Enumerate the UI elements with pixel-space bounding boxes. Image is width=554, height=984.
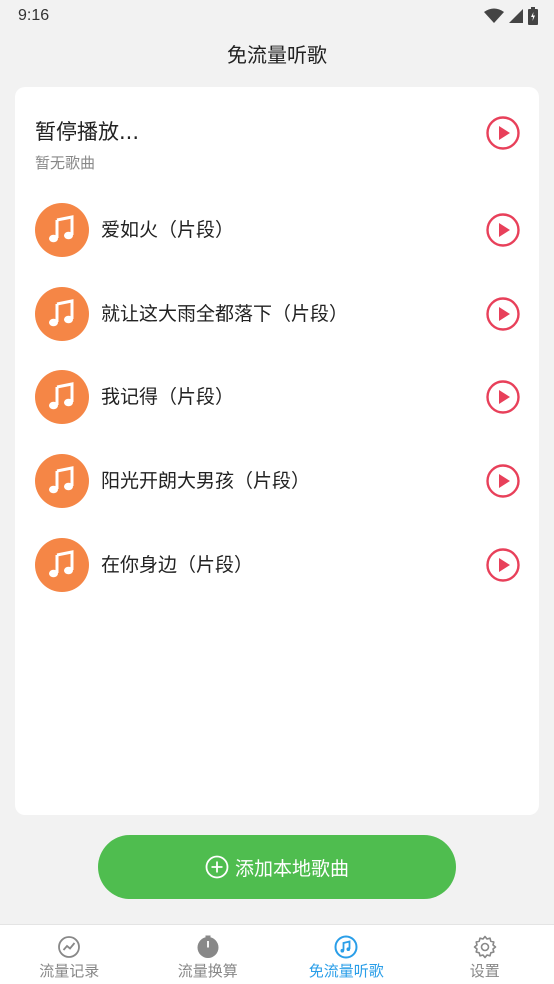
tab-label: 流量换算 (177, 962, 238, 980)
add-local-songs-button[interactable]: 添加本地歌曲 (98, 835, 456, 899)
page-title: 免流量听歌 (227, 43, 327, 67)
status-time: 9:16 (18, 7, 50, 24)
music-note-icon (49, 382, 74, 410)
add-circle-icon (205, 855, 229, 879)
timer-icon (197, 935, 219, 958)
now-playing-title: 暂停播放... (35, 120, 140, 144)
music-note-icon (49, 298, 74, 326)
song-row[interactable]: 爱如火（片段） (15, 195, 539, 265)
song-row[interactable]: 在你身边（片段） (15, 530, 539, 600)
song-name: 我记得（片段） (101, 386, 235, 409)
song-name: 就让这大雨全都落下（片段） (101, 302, 349, 325)
play-icon (486, 116, 520, 150)
music-note-icon (49, 549, 74, 578)
tab-traffic-records[interactable]: 流量记录 (0, 925, 139, 984)
now-playing-subtitle: 暂无歌曲 (35, 154, 96, 172)
song-cover (35, 286, 89, 341)
playlist-card: 暂停播放... 暂无歌曲 爱如火（片段） 就让这大雨全都落下（片段） 我记得（片段）… (15, 87, 539, 815)
song-name: 爱如火（片段） (101, 219, 235, 241)
tab-free-music[interactable]: 免流量听歌 (277, 925, 416, 984)
play-icon (486, 296, 520, 331)
song-play-button[interactable] (485, 212, 521, 248)
song-name: 在你身边（片段） (101, 553, 254, 576)
play-icon (486, 548, 520, 582)
music-icon (334, 935, 358, 959)
song-cover (35, 203, 89, 257)
play-icon (486, 464, 520, 498)
song-play-button[interactable] (485, 296, 521, 332)
tab-label: 设置 (469, 962, 500, 980)
tab-settings[interactable]: 设置 (416, 925, 554, 984)
status-bar: 9:16 (0, 0, 554, 32)
now-playing: 暂停播放... 暂无歌曲 (35, 117, 139, 173)
status-icons (484, 7, 538, 25)
bottom-tab-bar: 流量记录 流量换算 免流量听歌 设置 (0, 924, 554, 984)
song-cover (35, 370, 89, 425)
gear-icon (473, 935, 497, 959)
music-note-icon (49, 466, 74, 494)
song-play-button[interactable] (485, 547, 521, 583)
song-row[interactable]: 我记得（片段） (15, 362, 539, 432)
song-play-button[interactable] (485, 463, 521, 499)
song-cover (35, 454, 89, 509)
chart-icon (58, 936, 81, 958)
now-playing-play-button[interactable] (485, 115, 521, 151)
add-local-songs-label: 添加本地歌曲 (234, 857, 349, 880)
tab-label: 免流量听歌 (308, 962, 384, 980)
music-note-icon (49, 215, 74, 243)
signal-icon (509, 9, 523, 23)
song-play-button[interactable] (485, 379, 521, 415)
song-name: 阳光开朗大男孩（片段） (101, 470, 311, 493)
tab-label: 流量记录 (39, 962, 100, 980)
song-row[interactable]: 就让这大雨全都落下（片段） (15, 279, 539, 349)
song-row[interactable]: 阳光开朗大男孩（片段） (15, 446, 539, 516)
song-cover (35, 537, 89, 592)
play-icon (486, 380, 520, 415)
tab-traffic-conversion[interactable]: 流量换算 (139, 925, 278, 984)
play-icon (486, 213, 520, 247)
battery-icon (528, 7, 538, 25)
wifi-icon (484, 8, 504, 23)
